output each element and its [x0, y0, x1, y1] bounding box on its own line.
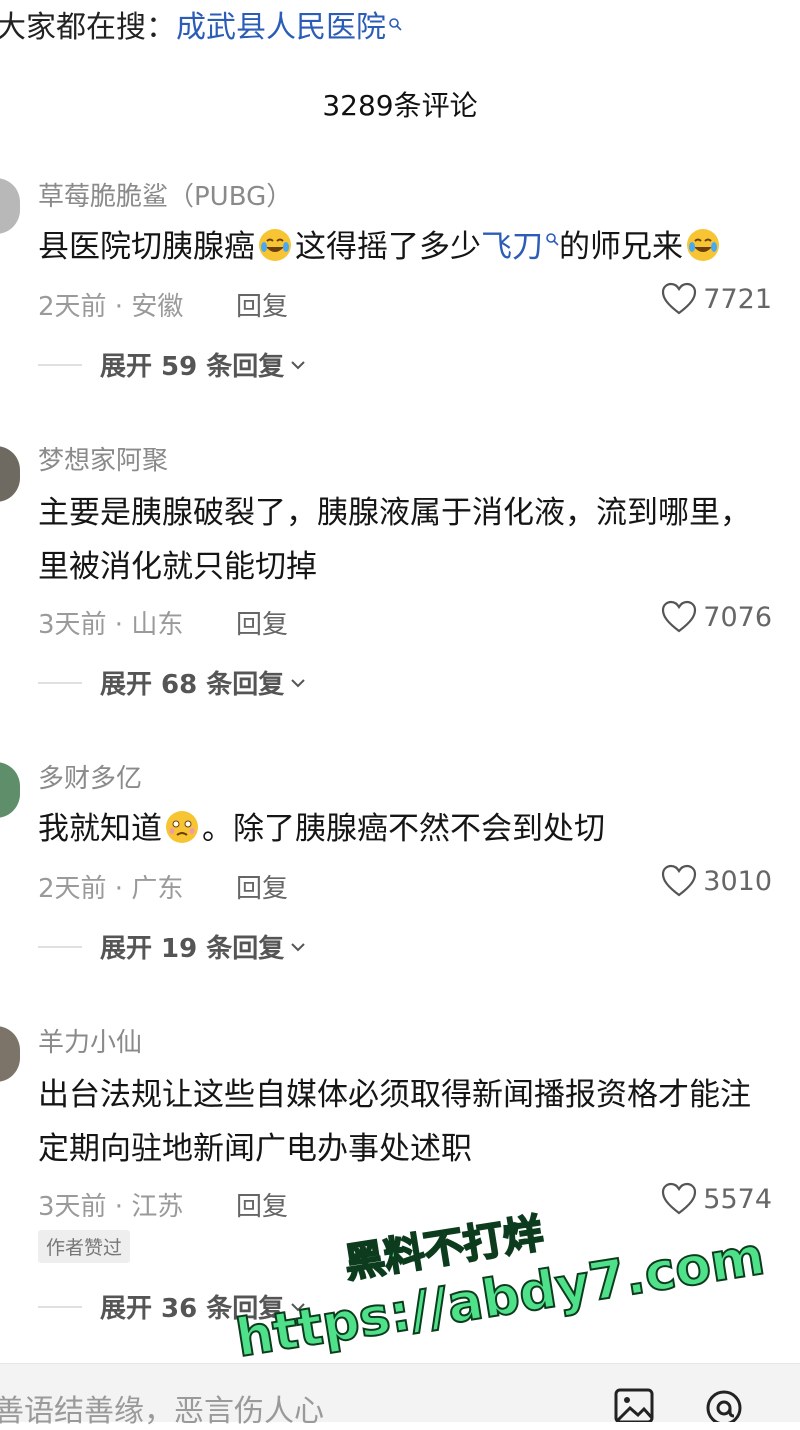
search-suggestion-prefix: 大家都在搜： — [0, 10, 176, 45]
like-button[interactable]: 5574 — [661, 1182, 772, 1216]
comment-username[interactable]: 梦想家阿聚 — [38, 440, 168, 477]
reply-button[interactable]: 回复 — [236, 604, 288, 641]
search-icon — [389, 18, 402, 31]
like-button[interactable]: 3010 — [661, 864, 772, 898]
image-icon[interactable] — [612, 1382, 656, 1422]
heart-icon — [662, 1182, 697, 1215]
comment-text-part: 这得摇了多少 — [295, 229, 481, 265]
expand-replies-label: 展开 59 条回复 — [100, 352, 285, 382]
comment-input[interactable]: 善语结善缘，恶言伤人心 — [0, 1386, 324, 1430]
like-count: 7721 — [703, 283, 772, 315]
avatar[interactable] — [0, 178, 20, 234]
comment-input-bar[interactable]: 善语结善缘，恶言伤人心 — [0, 1363, 800, 1429]
comment-text-line: 里被消化就只能切掉 — [38, 549, 317, 585]
search-suggestion[interactable]: 大家都在搜： 成武县人民医院 — [0, 0, 402, 48]
comment-text-part: 县医院切胰腺癌 — [38, 229, 255, 265]
expand-replies-button[interactable]: 展开 59 条回复 — [38, 346, 306, 383]
comment-text: 县医院切胰腺癌 这得摇了多少飞刀 的师兄来 — [38, 220, 723, 274]
crying-laughing-emoji-icon — [687, 229, 719, 261]
comment-text-part: 我就知道 — [38, 811, 162, 847]
reply-button[interactable]: 回复 — [236, 286, 288, 323]
comment-text-line: 主要是胰腺破裂了，胰腺液属于消化液，流到哪里， — [38, 495, 751, 531]
chevron-down-icon — [291, 678, 306, 687]
comment-search-link[interactable]: 飞刀 — [481, 229, 543, 265]
expand-replies-button[interactable]: 展开 19 条回复 — [38, 928, 306, 965]
heart-icon — [662, 282, 697, 315]
comment-time-location: 3天前 · 山东 — [38, 610, 184, 640]
comment-time-location: 2天前 · 安徽 — [38, 292, 184, 322]
like-count: 7076 — [703, 601, 772, 633]
expand-replies-button[interactable]: 展开 68 条回复 — [38, 664, 306, 701]
reply-button[interactable]: 回复 — [236, 868, 288, 905]
comment-text-part: 的师兄来 — [559, 229, 683, 265]
like-button[interactable]: 7721 — [661, 282, 772, 316]
search-suggestion-term[interactable]: 成武县人民医院 — [176, 2, 386, 46]
comment-time-location: 3天前 · 江苏 — [38, 1192, 184, 1222]
comment-username[interactable]: 多财多亿 — [38, 758, 142, 795]
divider — [38, 681, 82, 684]
chevron-down-icon — [291, 942, 306, 951]
divider — [38, 945, 82, 948]
chevron-down-icon — [291, 360, 306, 369]
divider — [38, 363, 82, 366]
crying-laughing-emoji-icon — [259, 229, 291, 261]
avatar[interactable] — [0, 446, 20, 502]
comment-text-part: 。除了胰腺癌不然不会到处切 — [202, 811, 605, 847]
comment-username[interactable]: 羊力小仙 — [38, 1022, 142, 1059]
avatar[interactable] — [0, 762, 20, 818]
mention-icon[interactable] — [702, 1382, 746, 1422]
like-button[interactable]: 7076 — [661, 600, 772, 634]
heart-icon — [662, 864, 697, 897]
avatar[interactable] — [0, 1026, 20, 1082]
comment-count: 3289条评论 — [322, 89, 478, 122]
expand-replies-label: 展开 19 条回复 — [100, 934, 285, 964]
author-liked-badge: 作者赞过 — [38, 1230, 131, 1263]
comment-time-location: 2天前 · 广东 — [38, 874, 184, 904]
comment-text: 我就知道 。除了胰腺癌不然不会到处切 — [38, 802, 605, 856]
comment-username[interactable]: 草莓脆脆鲨（PUBG） — [38, 176, 292, 213]
tearful-emoji-icon — [166, 811, 198, 843]
heart-icon — [662, 600, 697, 633]
search-icon — [546, 232, 559, 246]
divider — [38, 1305, 82, 1308]
comment-text-line: 出台法规让这些自媒体必须取得新闻播报资格才能注 — [38, 1077, 751, 1113]
like-count: 3010 — [703, 865, 772, 897]
expand-replies-label: 展开 68 条回复 — [100, 670, 285, 700]
like-count: 5574 — [703, 1183, 772, 1215]
comment-text-line: 定期向驻地新闻广电办事处述职 — [38, 1131, 472, 1167]
reply-button[interactable]: 回复 — [236, 1186, 288, 1223]
